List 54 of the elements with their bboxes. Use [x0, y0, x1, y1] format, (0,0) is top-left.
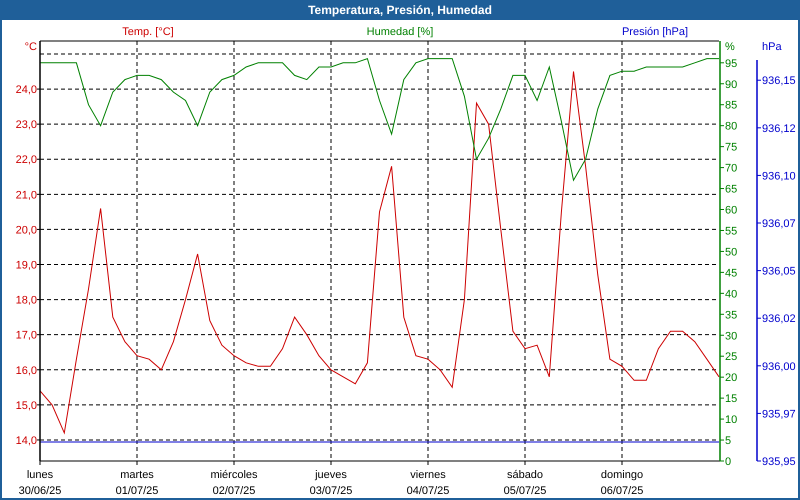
- axis-tick-label: 24,0: [16, 84, 37, 96]
- day-date-label: viernes 04/07/25: [406, 469, 450, 497]
- axis-tick-label: 17,0: [16, 330, 37, 342]
- axis-tick-label: 936,00: [762, 360, 796, 373]
- axis-tick-label: 45: [725, 267, 738, 280]
- day-date-label: lunes 30/06/25: [18, 469, 62, 497]
- axis-tick-label: 18,0: [16, 294, 37, 307]
- axis-tick-label: 22,0: [16, 154, 37, 166]
- series-title: Humedad [%]: [366, 26, 434, 38]
- axis-unit-label: %: [725, 41, 735, 53]
- axis-tick-label: 936,02: [762, 313, 796, 326]
- axis-tick-label: 936,12: [762, 122, 796, 135]
- axis-tick-label: 30: [725, 330, 738, 342]
- axis-tick-label: 60: [725, 204, 738, 216]
- day-date-label: miércoles 02/07/25: [210, 469, 258, 497]
- axis-tick-label: 35: [725, 309, 738, 322]
- axis-tick-label: 70: [725, 162, 738, 175]
- axis-tick-label: 55: [725, 225, 738, 238]
- axis-tick-label: 85: [725, 100, 738, 112]
- series-title: Presión [hPa]: [622, 26, 688, 38]
- axis-tick-label: 23,0: [16, 119, 37, 132]
- axis-tick-label: 14,0: [16, 434, 37, 447]
- axis-tick-label: 935,97: [762, 408, 796, 420]
- day-date-label: domingo 06/07/25: [600, 469, 644, 497]
- axis-tick-label: 936,05: [762, 266, 796, 278]
- axis-tick-label: 936,15: [762, 75, 796, 88]
- day-date-label: sábado 05/07/25: [504, 469, 546, 497]
- axis-tick-label: 95: [725, 58, 738, 70]
- axis-unit-label: hPa: [762, 41, 782, 53]
- axis-tick-label: 50: [725, 246, 738, 258]
- axis-tick-label: 10: [725, 414, 738, 426]
- axis-unit-label: °C: [24, 41, 37, 53]
- series-title: Temp. [°C]: [122, 26, 174, 38]
- axis-tick-label: 16,0: [16, 364, 37, 377]
- axis-tick-label: 65: [725, 184, 738, 196]
- axis-tick-label: 936,10: [762, 170, 796, 182]
- day-date-label: martes 01/07/25: [116, 469, 158, 497]
- axis-tick-label: 20: [725, 372, 738, 384]
- axis-tick-label: 40: [725, 288, 738, 300]
- day-date-label: jueves 03/07/25: [310, 469, 352, 497]
- axis-tick-label: 20,0: [16, 224, 37, 236]
- axis-tick-label: 80: [725, 120, 738, 133]
- window-title: Temperatura, Presión, Humedad: [308, 3, 492, 17]
- axis-tick-label: 75: [725, 142, 738, 154]
- axis-tick-label: 25: [725, 351, 738, 364]
- axis-tick-label: 15: [725, 393, 738, 406]
- axis-tick-label: 0: [725, 456, 732, 468]
- axis-tick-label: 936,07: [762, 218, 796, 230]
- axis-tick-label: 19,0: [16, 260, 37, 272]
- axis-tick-label: 935,95: [762, 456, 796, 468]
- axis-tick-label: 90: [725, 78, 738, 91]
- axis-tick-label: 15,0: [16, 400, 37, 412]
- axis-tick-label: 5: [725, 435, 732, 448]
- axis-tick-label: 21,0: [16, 189, 37, 202]
